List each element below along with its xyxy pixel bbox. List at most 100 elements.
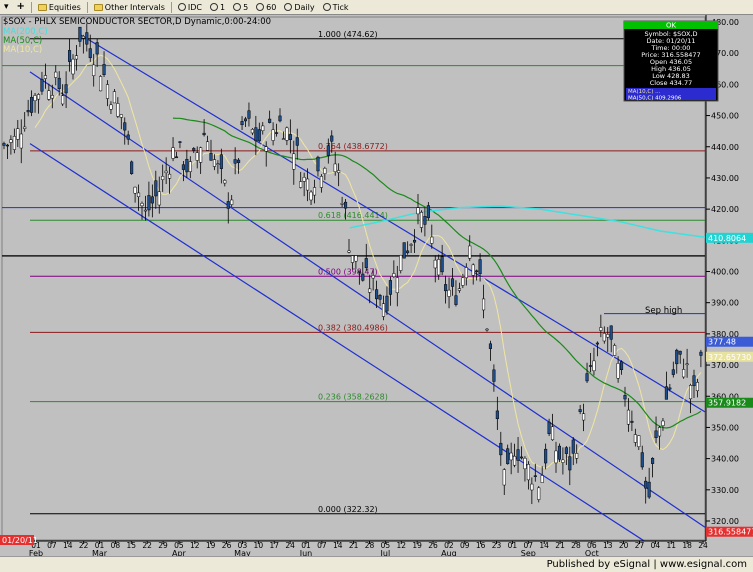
- other-intervals-menu[interactable]: Other Intervals: [90, 0, 169, 15]
- candle-body: [475, 270, 479, 272]
- date-tick-label: 08: [111, 541, 121, 550]
- price-tag-label: 372.65730: [708, 353, 751, 362]
- candle-body: [137, 192, 141, 198]
- candle-body: [95, 42, 99, 55]
- candle-body: [109, 104, 113, 110]
- clock-icon: [256, 3, 265, 11]
- idc-button[interactable]: IDC: [174, 0, 206, 15]
- fib-level-label: 1.000 (474.62): [318, 30, 378, 39]
- candle-body: [506, 448, 510, 465]
- info-box-header: OK: [666, 22, 677, 30]
- candle-body: [68, 50, 72, 62]
- candle-body: [357, 270, 361, 273]
- candle-body: [571, 439, 575, 454]
- candle-body: [609, 325, 613, 340]
- candle-body: [347, 250, 351, 253]
- candle-body: [350, 255, 354, 263]
- toolbar-separator: [86, 1, 88, 13]
- fib-level-label: 0.382 (380.4986): [318, 323, 388, 332]
- candle-body: [385, 295, 389, 312]
- candle-body: [368, 288, 372, 293]
- date-tick-label: 15: [127, 541, 137, 550]
- candle-body: [71, 58, 75, 75]
- candle-body: [257, 129, 261, 142]
- candle-body: [243, 118, 248, 122]
- candle-body: [254, 127, 258, 142]
- date-tick-label: 13: [603, 541, 613, 550]
- candle-body: [119, 114, 123, 118]
- candle-body: [468, 245, 472, 259]
- candle-body: [102, 64, 106, 75]
- footer: Published by eSignal | www.esignal.com: [0, 556, 753, 572]
- date-tick-label: 01: [508, 541, 518, 550]
- candle-body: [402, 242, 406, 259]
- equities-menu[interactable]: Equities: [34, 0, 85, 15]
- candle-body: [216, 163, 220, 165]
- sox-symbol-button[interactable]: ▾: [0, 0, 13, 15]
- candle-body: [675, 349, 679, 365]
- price-tick-label: 330.00: [711, 486, 739, 495]
- date-tick-label: 23: [492, 541, 502, 550]
- candle-body: [392, 273, 396, 277]
- price-tag-label: 316.558477: [708, 528, 753, 537]
- candle-body: [74, 55, 79, 60]
- candle-body: [306, 178, 310, 191]
- candle-body: [613, 345, 617, 356]
- candle-body: [340, 203, 344, 205]
- candle-body: [695, 382, 700, 392]
- toolbar-separator: [170, 1, 172, 13]
- candle-body: [23, 126, 27, 129]
- candle-body: [78, 26, 82, 42]
- interval-60-button[interactable]: 60: [252, 0, 280, 15]
- interval-1-button[interactable]: 1: [206, 0, 229, 15]
- add-button[interactable]: +: [13, 0, 29, 15]
- date-tick-label: 12: [396, 541, 406, 550]
- candle-body: [406, 250, 410, 254]
- month-label: Sep: [521, 549, 536, 556]
- candle-body: [212, 159, 216, 167]
- candle-body: [671, 369, 675, 375]
- fib-level-label: 0.618 (416.4414): [318, 211, 388, 220]
- interval-5-button[interactable]: 5: [229, 0, 252, 15]
- date-tick-label: 14: [539, 541, 549, 550]
- candle-body: [361, 273, 365, 281]
- candle-body: [233, 159, 237, 164]
- candle-body: [595, 342, 599, 345]
- candle-body: [502, 469, 506, 486]
- info-ma50: MA(50,C) 409.2906: [628, 96, 682, 102]
- candle-body: [568, 456, 572, 471]
- date-tick-label: 24: [698, 541, 708, 550]
- price-chart[interactable]: 1.000 (474.62)0.764 (438.6772)0.618 (416…: [0, 15, 753, 556]
- date-tick-label: 09: [460, 541, 470, 550]
- published-by-label: Published by eSignal | www.esignal.com: [546, 559, 747, 570]
- candle-body: [337, 170, 341, 173]
- other-intervals-label: Other Intervals: [104, 2, 165, 12]
- candle-body: [623, 395, 627, 400]
- price-tick-label: 400.00: [711, 268, 739, 277]
- candle-body: [633, 434, 637, 443]
- date-tick-label: 28: [571, 541, 581, 550]
- clock-icon: [177, 3, 186, 11]
- interval-tick-button[interactable]: Tick: [319, 0, 353, 15]
- candle-body: [261, 125, 265, 132]
- date-tick-label: 11: [666, 541, 676, 550]
- month-label: Jul: [380, 549, 391, 556]
- interval-daily-label: Daily: [294, 2, 315, 12]
- candle-body: [668, 387, 672, 390]
- candle-body: [699, 351, 703, 356]
- candle-body: [630, 420, 634, 423]
- candle-body: [250, 129, 254, 134]
- candle-body: [647, 481, 651, 498]
- candle-body: [588, 365, 593, 367]
- candle-body: [202, 132, 206, 136]
- candle-body: [309, 191, 313, 201]
- candle-body: [278, 115, 282, 122]
- candle-body: [685, 363, 689, 366]
- info-box[interactable]: OK Symbol: $SOX,D Date: 01/20/11 Time: 0…: [623, 20, 719, 102]
- date-tick-label: 22: [79, 541, 89, 550]
- plus-icon: +: [16, 1, 25, 12]
- interval-daily-button[interactable]: Daily: [280, 0, 318, 15]
- candle-body: [5, 144, 9, 147]
- price-tag-label: 357.9182: [708, 399, 746, 408]
- date-tick-label: 16: [476, 541, 486, 550]
